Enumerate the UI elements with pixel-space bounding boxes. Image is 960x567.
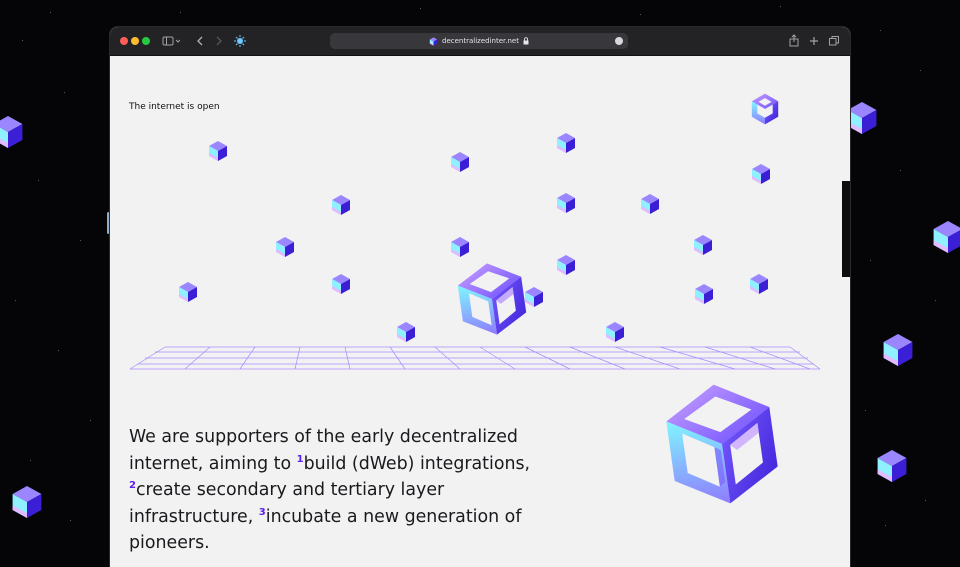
cube-icon	[694, 235, 712, 255]
address-bar[interactable]: decentralizedinter.net	[330, 33, 628, 49]
cube-icon	[209, 141, 227, 161]
cube-icon	[750, 274, 768, 294]
more-icon[interactable]	[615, 34, 623, 45]
new-tab-icon[interactable]	[808, 33, 820, 49]
footnote-3-link[interactable]: 3	[259, 507, 266, 518]
cube-icon	[752, 164, 770, 184]
scrollbar[interactable]	[842, 181, 850, 277]
back-icon[interactable]	[195, 33, 205, 49]
url-text: decentralizedinter.net	[442, 37, 519, 45]
cube-icon	[883, 334, 913, 366]
cube-icon	[451, 152, 469, 172]
browser-window: decentralizedinter.net The internet is o…	[110, 27, 850, 567]
cube-icon	[179, 282, 197, 302]
intro-text: build (dWeb) integrations,	[303, 453, 531, 474]
frame-cube-icon	[751, 93, 779, 125]
lock-icon	[523, 37, 529, 45]
cube-icon	[525, 287, 543, 307]
cube-icon	[451, 237, 469, 257]
site-cube-icon	[429, 36, 438, 46]
intro-heading: We are supporters of the early decentral…	[129, 424, 549, 557]
cube-icon	[276, 237, 294, 257]
grid-floor	[129, 346, 821, 370]
footnote-2-link[interactable]: 2	[129, 480, 136, 491]
minimize-button[interactable]	[131, 37, 139, 45]
cube-icon	[557, 255, 575, 275]
site-favicon-icon[interactable]	[233, 33, 247, 49]
cube-icon	[877, 450, 907, 482]
cube-icon	[641, 194, 659, 214]
cube-icon	[332, 274, 350, 294]
cube-icon	[695, 284, 713, 304]
cube-icon	[0, 116, 23, 148]
cube-icon	[557, 193, 575, 213]
frame-cube-icon	[666, 384, 778, 504]
frame-cube-icon	[457, 263, 527, 335]
tabs-overview-icon[interactable]	[828, 33, 840, 49]
cube-icon	[557, 133, 575, 153]
sidebar-icon[interactable]	[162, 33, 182, 49]
cube-icon	[397, 322, 415, 342]
browser-toolbar: decentralizedinter.net	[110, 27, 850, 56]
share-icon[interactable]	[788, 33, 800, 49]
close-button[interactable]	[120, 37, 128, 45]
forward-icon[interactable]	[214, 33, 224, 49]
cube-icon	[332, 195, 350, 215]
cube-icon	[933, 221, 960, 253]
footnote-1-link[interactable]: 1	[297, 454, 304, 465]
cube-icon	[847, 102, 877, 134]
page-content: The internet is open We are supporters o…	[110, 55, 850, 567]
cube-icon	[12, 486, 42, 518]
zoom-button[interactable]	[142, 37, 150, 45]
cube-icon	[606, 322, 624, 342]
